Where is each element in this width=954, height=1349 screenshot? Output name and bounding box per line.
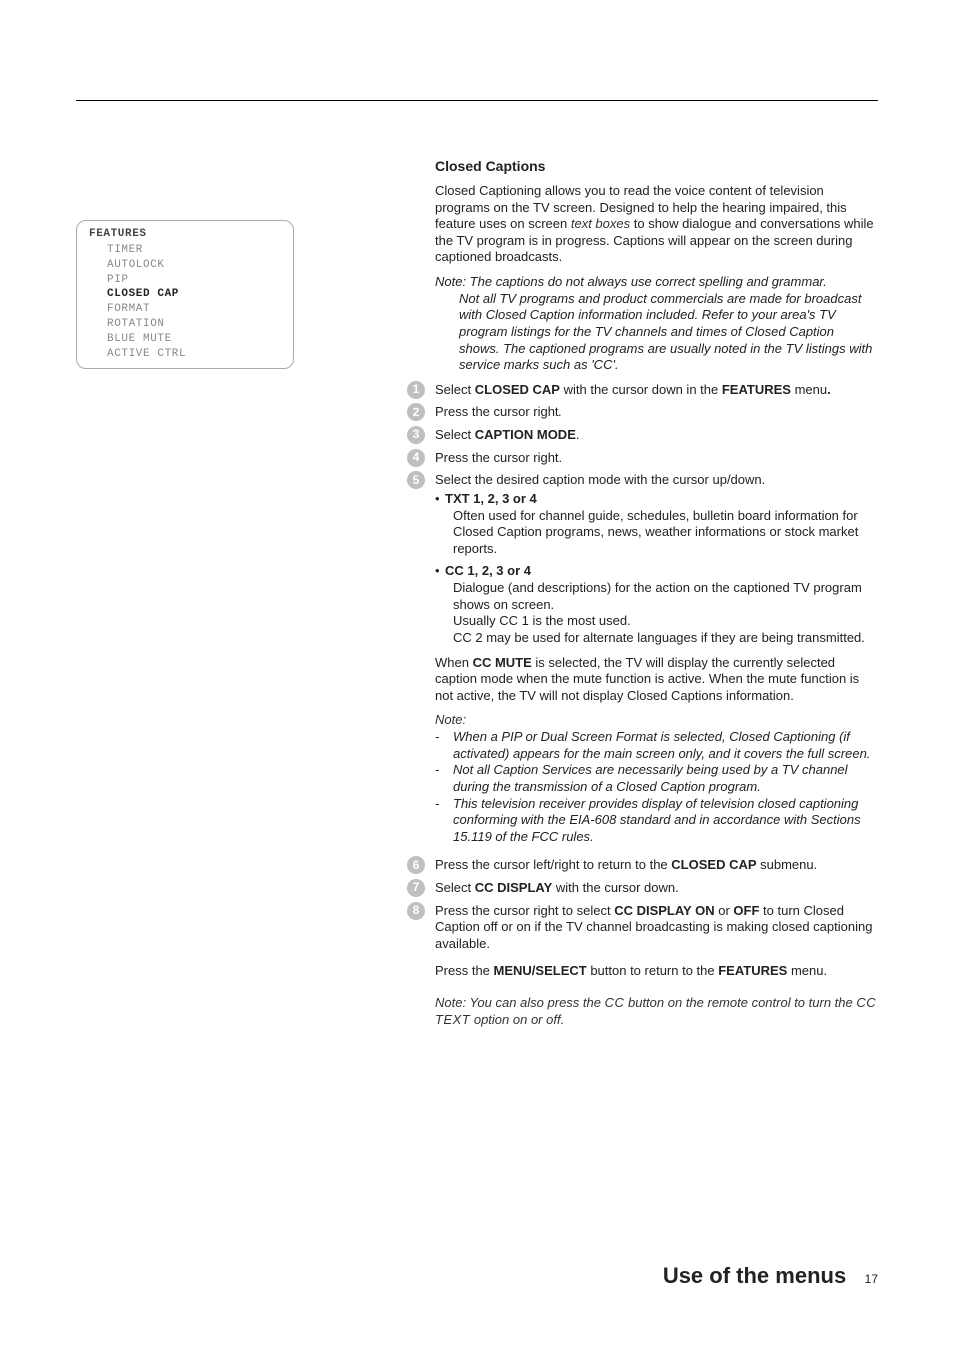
step-number-icon: 2 <box>407 403 425 421</box>
step: 6 Press the cursor left/right to return … <box>435 857 877 874</box>
step-number-icon: 3 <box>407 426 425 444</box>
step: 7 Select CC DISPLAY with the cursor down… <box>435 880 877 897</box>
note-line: Not all TV programs and product commerci… <box>435 291 877 374</box>
osd-menu-item: FORMAT <box>89 302 281 317</box>
note-line: Note: The captions do not always use cor… <box>435 274 877 291</box>
final-instruction: Press the MENU/SELECT button to return t… <box>435 963 877 980</box>
note-item: This television receiver provides displa… <box>435 796 877 846</box>
note-list: Note: When a PIP or Dual Screen Format i… <box>435 712 877 845</box>
footer-title: Use of the menus <box>663 1263 846 1288</box>
bullet-body: Dialogue (and descriptions) for the acti… <box>435 580 877 647</box>
page-footer: Use of the menus 17 <box>663 1263 878 1289</box>
steps-list-2: 6 Press the cursor left/right to return … <box>435 857 877 1028</box>
footnote: Note: You can also press the CC button o… <box>435 995 877 1028</box>
osd-menu-box: FEATURES TIMER AUTOLOCK PIP CLOSED CAP F… <box>76 220 294 369</box>
step: 4 Press the cursor right. <box>435 450 877 467</box>
step: 2 Press the cursor right. <box>435 404 877 421</box>
osd-menu-title: FEATURES <box>89 227 281 242</box>
step-number-icon: 5 <box>407 471 425 489</box>
step: 5 Select the desired caption mode with t… <box>435 472 877 646</box>
step-number-icon: 7 <box>407 879 425 897</box>
osd-menu-item-selected: CLOSED CAP <box>89 287 281 302</box>
bullet-body: Often used for channel guide, schedules,… <box>435 508 877 558</box>
step-number-icon: 6 <box>407 856 425 874</box>
step: 8 Press the cursor right to select CC DI… <box>435 903 877 953</box>
step-number-icon: 4 <box>407 449 425 467</box>
step: 1 Select CLOSED CAP with the cursor down… <box>435 382 877 399</box>
note-item: Not all Caption Services are necessarily… <box>435 762 877 795</box>
osd-menu-item: BLUE MUTE <box>89 332 281 347</box>
bullet-list: TXT 1, 2, 3 or 4 Often used for channel … <box>435 491 877 647</box>
intro-paragraph: Closed Captioning allows you to read the… <box>435 183 877 266</box>
note-head: Note: <box>435 712 877 729</box>
horizontal-rule <box>76 100 878 101</box>
osd-menu-item: AUTOLOCK <box>89 258 281 273</box>
step-number-icon: 1 <box>407 381 425 399</box>
note-item: When a PIP or Dual Screen Format is sele… <box>435 729 877 762</box>
page-number: 17 <box>865 1272 878 1286</box>
note-block: Note: The captions do not always use cor… <box>435 274 877 374</box>
bullet-heading: TXT 1, 2, 3 or 4 <box>435 491 877 508</box>
osd-menu-item: ROTATION <box>89 317 281 332</box>
osd-menu-item: PIP <box>89 273 281 288</box>
osd-menu-item: TIMER <box>89 243 281 258</box>
cc-mute-paragraph: When CC MUTE is selected, the TV will di… <box>435 655 877 705</box>
step: 3 Select CAPTION MODE. <box>435 427 877 444</box>
step-number-icon: 8 <box>407 902 425 920</box>
content-column: Closed Captions Closed Captioning allows… <box>435 158 877 1036</box>
section-heading: Closed Captions <box>435 158 877 176</box>
bullet-heading: CC 1, 2, 3 or 4 <box>435 563 877 580</box>
steps-list: 1 Select CLOSED CAP with the cursor down… <box>435 382 877 647</box>
osd-menu-item: ACTIVE CTRL <box>89 347 281 362</box>
